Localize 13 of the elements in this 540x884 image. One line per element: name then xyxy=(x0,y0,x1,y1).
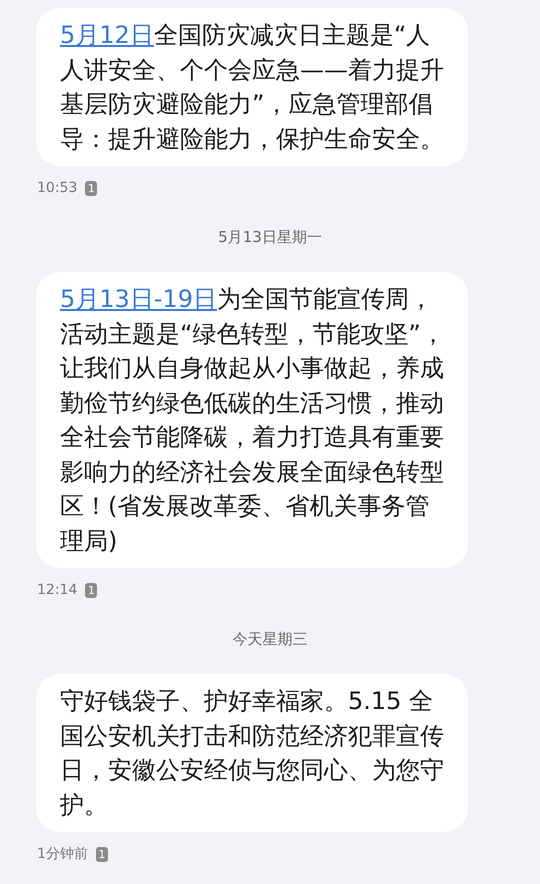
message-text: 5月12日全国防灾减灾日主题是“人 人讲安全、个个会应急——着力提升 基层防灾避险能力”，应急管理部倡 导：提升避险能力，保护生命安全。 xyxy=(60,20,445,154)
timestamp: 1分钟前 xyxy=(37,845,88,863)
timestamp: 12:14 xyxy=(37,582,78,598)
sim-badge: 1 xyxy=(96,846,108,862)
message-text: 5月13日-19日 为全国节能宣传周， 活动主题是“绿色转型，节能攻坚”， 让我们从自身做起从小事做起，养成 勤俭节约绿色低碳的生活习惯，推动 全社会节能降碳，着力打造具有重要 影响力的经济社会发展全面绿色转型 区！(省发展改革委、省机关事务管 理局) xyxy=(60,284,446,556)
date-link[interactable]: 5月13日-19日 xyxy=(60,285,218,313)
date-header: 5月13日星期一 xyxy=(217,227,323,247)
date-header: 今天星期三 xyxy=(232,629,308,649)
sim-badge: 1 xyxy=(85,180,98,196)
date-link[interactable]: 5月12日 xyxy=(60,21,154,49)
message-text: 守好钱袋子、护好幸福家。5.15 全 国公安机关打击和防范经济犯罪宣传 日，安徽公安经侦与您同心、为您守 护。 xyxy=(60,686,445,820)
sim-badge: 1 xyxy=(85,582,98,598)
timestamp: 10:53 xyxy=(37,180,78,196)
